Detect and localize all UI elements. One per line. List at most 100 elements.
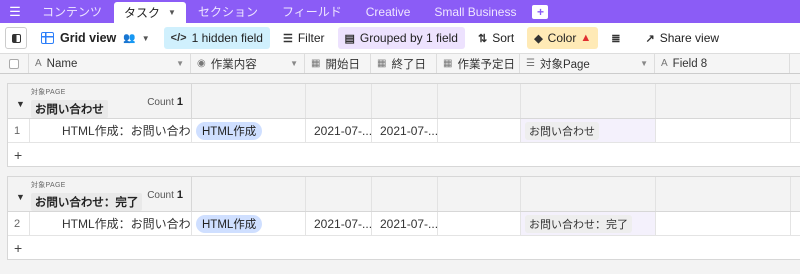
group-header-cell [521, 177, 656, 211]
tab-fields[interactable]: フィールド [270, 0, 354, 23]
chevron-down-icon[interactable]: ▼ [290, 59, 298, 68]
cell-planned[interactable] [438, 119, 521, 142]
column-task-label: 作業内容 [210, 58, 257, 71]
column-header-name[interactable]: A Name ▼ [29, 54, 191, 73]
cell-page[interactable]: お問い合わせ：完了 [521, 212, 656, 235]
view-toolbar: Grid view 👥 ▼ </> 1 hidden field ☰ Filter … [0, 23, 800, 54]
add-table-icon[interactable]: + [532, 4, 549, 19]
table-row[interactable]: 1 HTML作成：お問い合わせ HTML作成 2021-07-... 2021-… [8, 119, 800, 143]
calendar-icon: ▦ [311, 58, 321, 69]
row-number: 1 [8, 119, 30, 142]
hide-fields-button[interactable]: </> 1 hidden field [163, 27, 270, 49]
group-header-cell [192, 84, 306, 118]
cell-name[interactable]: HTML作成：お問い合わせ [30, 119, 192, 142]
column-header-row: A Name ▼ ◉ 作業内容 ▼ ▦ 開始日 ▦ 終了日 ▦ 作業予定日 ☰ 対象Page ▼ … [0, 54, 800, 74]
cell-task[interactable]: HTML作成 [192, 212, 306, 235]
column-page-label: 対象Page [539, 58, 590, 71]
tab-contents[interactable]: コンテンツ [30, 0, 114, 23]
table-tab-bar: ☰ コンテンツ タスク ▼ セクション フィールド Creative Small … [0, 0, 800, 23]
group-value: お問い合わせ：完了 [30, 192, 143, 211]
cell-field8[interactable] [656, 119, 791, 142]
column-header-planned[interactable]: ▦ 作業予定日 [437, 54, 520, 73]
group-header-cell [656, 84, 791, 118]
collapse-triangle-icon[interactable]: ▼ [16, 99, 25, 109]
linked-record[interactable]: お問い合わせ：完了 [525, 214, 632, 233]
tab-creative[interactable]: Creative [354, 0, 423, 23]
share-icon: ↗ [645, 32, 655, 45]
row-height-icon: ≣ [611, 32, 621, 45]
cell-planned[interactable] [438, 212, 521, 235]
cell-name[interactable]: HTML作成：お問い合わせ：... [30, 212, 192, 235]
linked-record-icon: ☰ [526, 58, 535, 69]
share-view-button[interactable]: ↗ Share view [638, 27, 726, 49]
share-view-label: Share view [659, 31, 720, 45]
group-header-columns [192, 84, 800, 118]
tab-small-business[interactable]: Small Business [422, 0, 528, 23]
group-field-name: 対象PAGE [30, 181, 66, 189]
eye-slash-icon: </> [170, 32, 187, 44]
group-header-columns [192, 177, 800, 211]
sort-label: Sort [492, 31, 515, 45]
cell-start[interactable]: 2021-07-... [306, 119, 372, 142]
calendar-icon: ▦ [443, 58, 453, 69]
group-header[interactable]: ▼ 対象PAGE お問い合わせ Count 1 [8, 84, 800, 119]
hide-fields-label: 1 hidden field [191, 31, 263, 45]
cell-field8[interactable] [656, 212, 791, 235]
column-header-task[interactable]: ◉ 作業内容 ▼ [191, 54, 305, 73]
sort-button[interactable]: ⇅ Sort [471, 27, 521, 49]
group-icon: ▤ [344, 32, 355, 45]
group-header-cell [192, 177, 306, 211]
group-header-label-area: ▼ 対象PAGE お問い合わせ Count 1 [8, 84, 192, 118]
cell-start[interactable]: 2021-07-... [306, 212, 372, 235]
chevron-down-icon[interactable]: ▼ [176, 59, 184, 68]
column-start-label: 開始日 [325, 58, 360, 71]
cell-end[interactable]: 2021-07-... [372, 119, 438, 142]
group-header-cell [306, 84, 372, 118]
filter-button[interactable]: ☰ Filter [276, 27, 332, 49]
group-header-cell [438, 84, 521, 118]
group-header-cell [372, 177, 438, 211]
column-header-end[interactable]: ▦ 終了日 [371, 54, 437, 73]
task-tag: HTML作成 [196, 214, 263, 233]
chevron-down-icon[interactable]: ▼ [168, 8, 176, 17]
sidebar-toggle-button[interactable] [5, 27, 27, 49]
column-header-start[interactable]: ▦ 開始日 [305, 54, 371, 73]
group-field-name: 対象PAGE [30, 88, 66, 96]
text-field-icon: A [35, 58, 42, 69]
tab-tasks[interactable]: タスク ▼ [114, 2, 186, 23]
color-button[interactable]: ◆ Color ▲ [527, 27, 599, 49]
group-count-value: 1 [176, 189, 183, 201]
tab-sections[interactable]: セクション [186, 0, 270, 23]
chevron-down-icon[interactable]: ▼ [640, 59, 648, 68]
group-header[interactable]: ▼ 対象PAGE お問い合わせ：完了 Count 1 [8, 177, 800, 212]
cell-task[interactable]: HTML作成 [192, 119, 306, 142]
select-field-icon: ◉ [197, 58, 206, 69]
group-count-value: 1 [176, 96, 183, 108]
text-field-icon: A [661, 58, 668, 69]
add-record-button[interactable]: + [8, 143, 800, 166]
view-name: Grid view [60, 31, 117, 45]
group-button[interactable]: ▤ Grouped by 1 field [337, 27, 465, 49]
group-label: 対象PAGE お問い合わせ：完了 [30, 180, 143, 211]
cell-page[interactable]: お問い合わせ [521, 119, 656, 142]
warning-icon: ▲ [580, 32, 592, 44]
column-planned-label: 作業予定日 [457, 58, 515, 71]
column-header-page[interactable]: ☰ 対象Page ▼ [520, 54, 655, 73]
select-all-checkbox[interactable] [0, 54, 29, 73]
group-value: お問い合わせ [30, 99, 108, 118]
menu-icon[interactable]: ☰ [0, 0, 30, 23]
calendar-icon: ▦ [377, 58, 387, 69]
add-record-button[interactable]: + [8, 236, 800, 259]
collapse-triangle-icon[interactable]: ▼ [16, 192, 25, 202]
linked-record[interactable]: お問い合わせ [525, 121, 599, 140]
view-switcher[interactable]: Grid view 👥 ▼ [41, 31, 150, 45]
group-header-cell [438, 177, 521, 211]
row-height-button[interactable]: ≣ [604, 27, 632, 49]
task-tag: HTML作成 [196, 121, 263, 140]
sidebar-icon [11, 33, 21, 43]
table-row[interactable]: 2 HTML作成：お問い合わせ：... HTML作成 2021-07-... 2… [8, 212, 800, 236]
cell-end[interactable]: 2021-07-... [372, 212, 438, 235]
column-header-field8[interactable]: A Field 8 [655, 54, 790, 73]
group-label: Grouped by 1 field [359, 31, 458, 45]
group-header-label-area: ▼ 対象PAGE お問い合わせ：完了 Count 1 [8, 177, 192, 211]
